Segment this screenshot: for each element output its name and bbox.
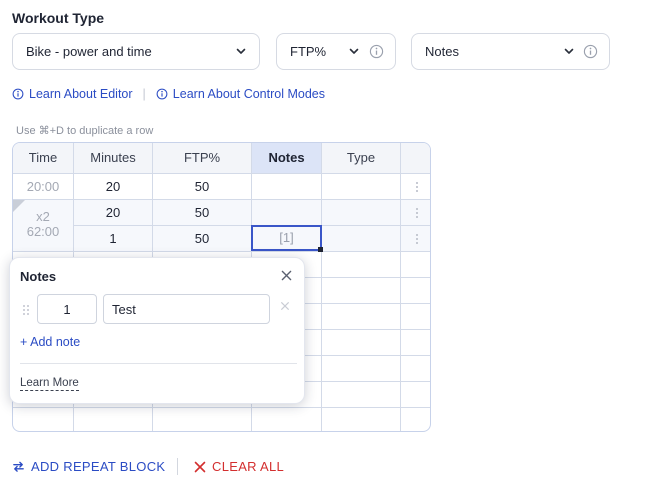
empty-cell[interactable] <box>322 278 401 304</box>
clear-all-label: CLEAR ALL <box>212 459 285 474</box>
drag-handle-icon[interactable] <box>22 304 30 316</box>
empty-cell[interactable] <box>322 330 401 356</box>
plus-icon: + <box>20 335 28 349</box>
empty-cell <box>401 382 430 408</box>
links-separator: | <box>142 87 146 101</box>
notes-popup: Notes + Add note Learn More <box>9 257 305 404</box>
row-3-minutes[interactable]: 1 <box>74 226 153 252</box>
remove-note-icon[interactable] <box>280 301 290 311</box>
empty-cell[interactable] <box>74 408 153 431</box>
note-text-input[interactable] <box>103 294 270 324</box>
info-icon <box>156 88 168 100</box>
notes-select-value: Notes <box>425 44 459 59</box>
empty-cell[interactable] <box>322 382 401 408</box>
empty-cell[interactable] <box>322 408 401 431</box>
control-mode-select-value: FTP% <box>290 44 327 59</box>
header-menu-column <box>401 143 430 174</box>
row-2-ftp[interactable]: 50 <box>153 200 252 226</box>
kebab-vertical-icon <box>415 182 418 192</box>
row-1-menu[interactable] <box>401 174 430 200</box>
chevron-down-icon <box>349 48 359 54</box>
close-icon <box>194 461 206 472</box>
row-3-ftp[interactable]: 50 <box>153 226 252 252</box>
learn-more-link[interactable]: Learn More <box>20 377 79 391</box>
empty-cell[interactable] <box>13 408 74 431</box>
help-links: Learn About Editor | Learn About Control… <box>12 87 325 101</box>
empty-cell[interactable] <box>252 408 322 431</box>
learn-control-modes-label: Learn About Control Modes <box>172 87 325 101</box>
repeat-icon <box>13 461 24 472</box>
empty-cell[interactable] <box>322 304 401 330</box>
repeat-block-time[interactable]: x2 62:00 <box>13 200 74 252</box>
duplicate-hint: Use ⌘+D to duplicate a row <box>16 125 154 137</box>
empty-cell[interactable] <box>153 408 252 431</box>
notes-select[interactable]: Notes <box>411 33 610 70</box>
empty-cell <box>401 408 430 431</box>
header-type[interactable]: Type <box>322 143 401 174</box>
row-1-ftp[interactable]: 50 <box>153 174 252 200</box>
actions-separator <box>177 458 178 475</box>
empty-cell <box>401 330 430 356</box>
row-1-time: 20:00 <box>13 174 74 200</box>
row-1-notes[interactable] <box>252 174 322 200</box>
notes-popup-title: Notes <box>20 269 57 284</box>
add-note-button[interactable]: + Add note <box>20 335 80 349</box>
sport-select[interactable]: Bike - power and time <box>12 33 260 70</box>
note-index-input[interactable] <box>37 294 97 324</box>
add-repeat-block-button[interactable]: ADD REPEAT BLOCK <box>12 459 165 474</box>
add-repeat-block-label: ADD REPEAT BLOCK <box>31 459 166 474</box>
repeat-total-time: 62:00 <box>26 224 60 239</box>
empty-cell <box>401 356 430 382</box>
row-2-type[interactable] <box>322 200 401 226</box>
empty-cell <box>401 278 430 304</box>
row-2-minutes[interactable]: 20 <box>74 200 153 226</box>
empty-cell <box>401 304 430 330</box>
row-3-menu[interactable] <box>401 226 430 252</box>
row-3-type[interactable] <box>322 226 401 252</box>
popup-divider <box>20 363 297 364</box>
learn-editor-link[interactable]: Learn About Editor <box>12 87 133 101</box>
control-mode-select[interactable]: FTP% <box>276 33 396 70</box>
learn-control-modes-link[interactable]: Learn About Control Modes <box>156 87 325 101</box>
kebab-vertical-icon <box>415 208 418 218</box>
close-icon[interactable] <box>281 270 292 281</box>
row-2-notes[interactable] <box>252 200 322 226</box>
chevron-down-icon <box>564 48 574 54</box>
selected-notes-cell[interactable]: [1] <box>251 225 322 251</box>
header-ftp[interactable]: FTP% <box>153 143 252 174</box>
kebab-vertical-icon <box>415 234 418 244</box>
row-1-type[interactable] <box>322 174 401 200</box>
chevron-down-icon <box>236 48 246 54</box>
empty-cell[interactable] <box>322 252 401 278</box>
row-1-minutes[interactable]: 20 <box>74 174 153 200</box>
header-notes[interactable]: Notes <box>252 143 322 174</box>
empty-cell <box>401 252 430 278</box>
info-icon[interactable] <box>369 44 384 59</box>
sport-select-value: Bike - power and time <box>26 44 152 59</box>
learn-editor-label: Learn About Editor <box>29 87 133 101</box>
repeat-count: x2 <box>36 209 50 224</box>
header-minutes[interactable]: Minutes <box>74 143 153 174</box>
add-note-label: Add note <box>30 335 81 349</box>
header-time[interactable]: Time <box>13 143 74 174</box>
info-icon[interactable] <box>583 44 598 59</box>
empty-cell[interactable] <box>322 356 401 382</box>
info-icon <box>12 88 24 100</box>
workout-type-title: Workout Type <box>12 10 105 26</box>
clear-all-button[interactable]: CLEAR ALL <box>194 459 284 474</box>
row-2-menu[interactable] <box>401 200 430 226</box>
